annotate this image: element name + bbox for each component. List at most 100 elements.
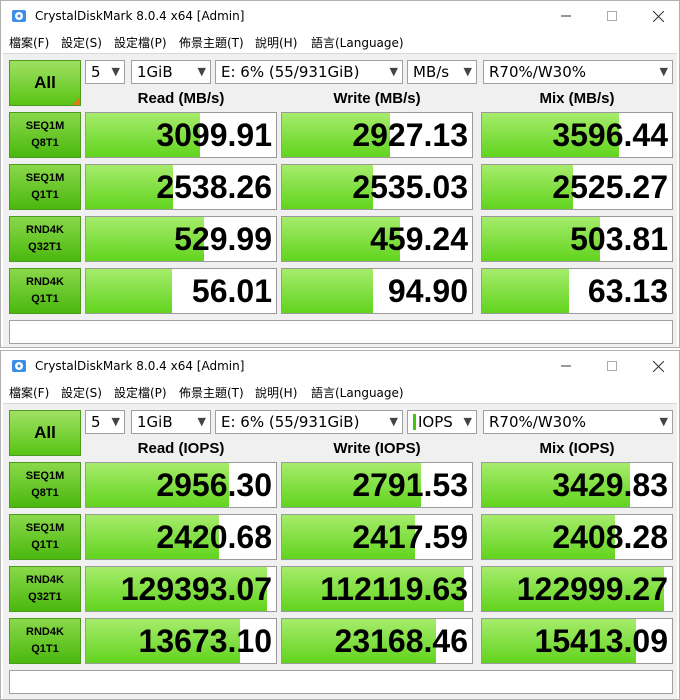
menu-file[interactable]: 檔案(F) — [9, 384, 49, 401]
test-name: RND4K — [26, 626, 64, 638]
test-button-rnd4k-q1t1[interactable]: RND4K Q1T1 — [9, 268, 81, 314]
menu-settings[interactable]: 設定(S) — [61, 384, 102, 401]
result-read: 2956.30 — [85, 462, 277, 508]
minimize-button[interactable] — [543, 1, 589, 31]
result-value: 2791.53 — [352, 467, 468, 503]
result-value: 13673.10 — [138, 623, 272, 659]
profile-select[interactable]: R70%/W30% ▼ — [483, 410, 673, 434]
test-params: Q32T1 — [28, 591, 62, 603]
close-button[interactable] — [635, 351, 680, 381]
focus-marker — [413, 414, 416, 430]
result-value: 3429.83 — [552, 467, 668, 503]
test-params: Q1T1 — [31, 643, 59, 655]
chevron-down-icon: ▼ — [111, 415, 120, 428]
menu-file[interactable]: 檔案(F) — [9, 34, 49, 51]
test-button-seq1m-q1t1[interactable]: SEQ1M Q1T1 — [9, 164, 81, 210]
test-name: SEQ1M — [25, 172, 65, 184]
test-button-rnd4k-q1t1[interactable]: RND4K Q1T1 — [9, 618, 81, 664]
menu-help[interactable]: 說明(H) — [255, 384, 297, 401]
minimize-icon — [561, 15, 571, 17]
test-button-seq1m-q8t1[interactable]: SEQ1M Q8T1 — [9, 112, 81, 158]
menu-help[interactable]: 說明(H) — [255, 34, 297, 51]
menu-profile[interactable]: 設定檔(P) — [114, 34, 167, 51]
result-value: 112119.63 — [320, 571, 468, 607]
result-read: 2538.26 — [85, 164, 277, 210]
test-button-rnd4k-q32t1[interactable]: RND4K Q32T1 — [9, 216, 81, 262]
run-all-button[interactable]: All — [9, 410, 81, 456]
result-value: 2535.03 — [352, 169, 468, 205]
main-panel: All 5 ▼ 1GiB ▼ E: 6% (55/931GiB) ▼ MB/s ▼ R7… — [3, 53, 677, 347]
result-write: 94.90 — [281, 268, 473, 314]
drive-select[interactable]: E: 6% (55/931GiB) ▼ — [215, 410, 403, 434]
test-button-seq1m-q8t1[interactable]: SEQ1M Q8T1 — [9, 462, 81, 508]
result-value: 503.81 — [570, 221, 668, 257]
result-read: 13673.10 — [85, 618, 277, 664]
column-header-read: Read (MB/s) — [137, 90, 225, 107]
result-write: 112119.63 — [281, 566, 473, 612]
result-mix: 2525.27 — [481, 164, 673, 210]
benchmark-window-mbps: CrystalDiskMark 8.0.4 x64 [Admin] 檔案(F) … — [0, 0, 680, 348]
title-bar[interactable]: CrystalDiskMark 8.0.4 x64 [Admin] — [1, 1, 679, 31]
profile-select[interactable]: R70%/W30% ▼ — [483, 60, 673, 84]
test-button-seq1m-q1t1[interactable]: SEQ1M Q1T1 — [9, 514, 81, 560]
test-name: RND4K — [26, 224, 64, 236]
test-size-select[interactable]: 1GiB ▼ — [131, 410, 211, 434]
chevron-down-icon: ▼ — [389, 415, 398, 428]
unit-select[interactable]: MB/s ▼ — [407, 60, 477, 84]
menu-theme[interactable]: 佈景主題(T) — [179, 34, 244, 51]
result-value: 459.24 — [370, 221, 468, 257]
drive-select[interactable]: E: 6% (55/931GiB) ▼ — [215, 60, 403, 84]
run-all-button[interactable]: All — [9, 60, 81, 106]
window-title: CrystalDiskMark 8.0.4 x64 [Admin] — [35, 359, 245, 373]
result-read: 3099.91 — [85, 112, 277, 158]
maximize-button[interactable] — [589, 1, 635, 31]
result-mix: 15413.09 — [481, 618, 673, 664]
chevron-down-icon: ▼ — [463, 415, 472, 428]
result-write: 23168.46 — [281, 618, 473, 664]
profile-value: R70%/W30% — [489, 63, 586, 81]
test-button-rnd4k-q32t1[interactable]: RND4K Q32T1 — [9, 566, 81, 612]
column-header-write: Write (IOPS) — [333, 440, 421, 457]
result-value: 3099.91 — [156, 117, 272, 153]
window-title: CrystalDiskMark 8.0.4 x64 [Admin] — [35, 9, 245, 23]
test-count-select[interactable]: 5 ▼ — [85, 410, 125, 434]
menu-theme[interactable]: 佈景主題(T) — [179, 384, 244, 401]
test-size-value: 1GiB — [137, 63, 173, 81]
menu-bar: 檔案(F) 設定(S) 設定檔(P) 佈景主題(T) 說明(H) 語言(Lang… — [1, 381, 679, 403]
maximize-button[interactable] — [589, 351, 635, 381]
test-size-select[interactable]: 1GiB ▼ — [131, 60, 211, 84]
result-value: 2420.68 — [156, 519, 272, 555]
benchmark-window-iops: CrystalDiskMark 8.0.4 x64 [Admin] 檔案(F) … — [0, 350, 680, 700]
minimize-button[interactable] — [543, 351, 589, 381]
main-panel: All 5 ▼ 1GiB ▼ E: 6% (55/931GiB) ▼ IOPS ▼ R7… — [3, 403, 677, 699]
close-button[interactable] — [635, 1, 680, 31]
result-value: 63.13 — [587, 273, 668, 309]
test-name: SEQ1M — [25, 120, 65, 132]
menu-language[interactable]: 語言(Language) — [311, 34, 404, 51]
maximize-icon — [607, 11, 617, 21]
result-bar — [482, 269, 570, 313]
result-write: 2417.59 — [281, 514, 473, 560]
close-icon — [652, 360, 664, 372]
test-count-select[interactable]: 5 ▼ — [85, 60, 125, 84]
menu-language[interactable]: 語言(Language) — [311, 384, 404, 401]
comment-input[interactable] — [9, 670, 673, 694]
test-params: Q1T1 — [31, 293, 59, 305]
result-bar — [282, 269, 374, 313]
chevron-down-icon: ▼ — [659, 415, 668, 428]
chevron-down-icon: ▼ — [463, 65, 472, 78]
result-value: 529.99 — [174, 221, 272, 257]
comment-input[interactable] — [9, 320, 673, 344]
title-bar[interactable]: CrystalDiskMark 8.0.4 x64 [Admin] — [1, 351, 679, 381]
unit-select[interactable]: IOPS ▼ — [407, 410, 477, 434]
column-header-read: Read (IOPS) — [137, 440, 225, 457]
menu-settings[interactable]: 設定(S) — [61, 34, 102, 51]
result-value: 3596.44 — [552, 117, 668, 153]
result-read: 56.01 — [85, 268, 277, 314]
test-name: SEQ1M — [25, 522, 65, 534]
result-value: 94.90 — [387, 273, 468, 309]
unit-value: IOPS — [418, 413, 453, 431]
test-size-value: 1GiB — [137, 413, 173, 431]
menu-profile[interactable]: 設定檔(P) — [114, 384, 167, 401]
test-name: RND4K — [26, 574, 64, 586]
